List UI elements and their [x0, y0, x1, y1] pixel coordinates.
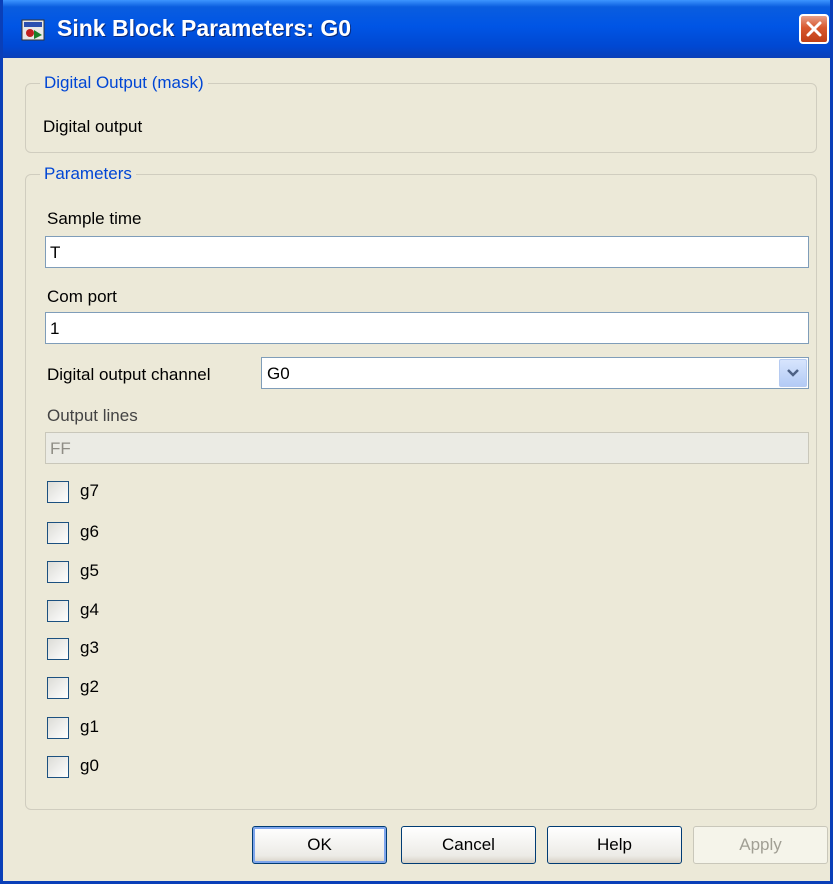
chevron-down-icon	[787, 369, 799, 377]
ok-button[interactable]: OK	[252, 826, 387, 864]
checkbox-label: g4	[80, 600, 99, 619]
simulink-block-icon	[21, 19, 45, 41]
checkbox-box[interactable]	[47, 638, 69, 660]
checkbox-box[interactable]	[47, 756, 69, 778]
close-button[interactable]	[799, 14, 829, 44]
parameters-group-legend: Parameters	[40, 164, 136, 184]
checkbox-box[interactable]	[47, 561, 69, 583]
mask-description: Digital output	[43, 117, 143, 136]
com-port-input[interactable]: 1	[45, 312, 809, 344]
checkbox-label: g2	[80, 677, 99, 696]
mask-group-legend: Digital Output (mask)	[40, 73, 208, 93]
title-bar[interactable]: Sink Block Parameters: G0	[3, 0, 830, 58]
dropdown-button[interactable]	[779, 359, 807, 387]
apply-button: Apply	[693, 826, 828, 864]
checkbox-box[interactable]	[47, 600, 69, 622]
checkbox-label: g1	[80, 717, 99, 736]
com-port-label: Com port	[47, 287, 117, 306]
checkbox-label: g5	[80, 561, 99, 580]
checkbox-label: g7	[80, 481, 99, 500]
mask-groupbox: Digital Output (mask) Digital output	[25, 73, 817, 153]
digital-output-channel-label: Digital output channel	[47, 365, 211, 384]
checkbox-label: g3	[80, 638, 99, 657]
checkbox-label: g6	[80, 522, 99, 541]
cancel-button[interactable]: Cancel	[401, 826, 536, 864]
checkbox-box[interactable]	[47, 522, 69, 544]
checkbox-label: g0	[80, 756, 99, 775]
checkbox-box[interactable]	[47, 677, 69, 699]
output-lines-label: Output lines	[47, 406, 138, 425]
output-lines-input: FF	[45, 432, 809, 464]
sample-time-input[interactable]: T	[45, 236, 809, 268]
window-title: Sink Block Parameters: G0	[57, 15, 352, 41]
checkbox-box[interactable]	[47, 717, 69, 739]
digital-output-channel-value: G0	[267, 364, 290, 383]
sample-time-label: Sample time	[47, 209, 142, 228]
parameters-groupbox: Parameters	[25, 164, 817, 810]
digital-output-channel-select[interactable]: G0	[261, 357, 809, 389]
checkbox-box[interactable]	[47, 481, 69, 503]
close-icon	[806, 21, 822, 37]
dialog-window: Sink Block Parameters: G0 Digital Output…	[0, 0, 833, 884]
help-button[interactable]: Help	[547, 826, 682, 864]
